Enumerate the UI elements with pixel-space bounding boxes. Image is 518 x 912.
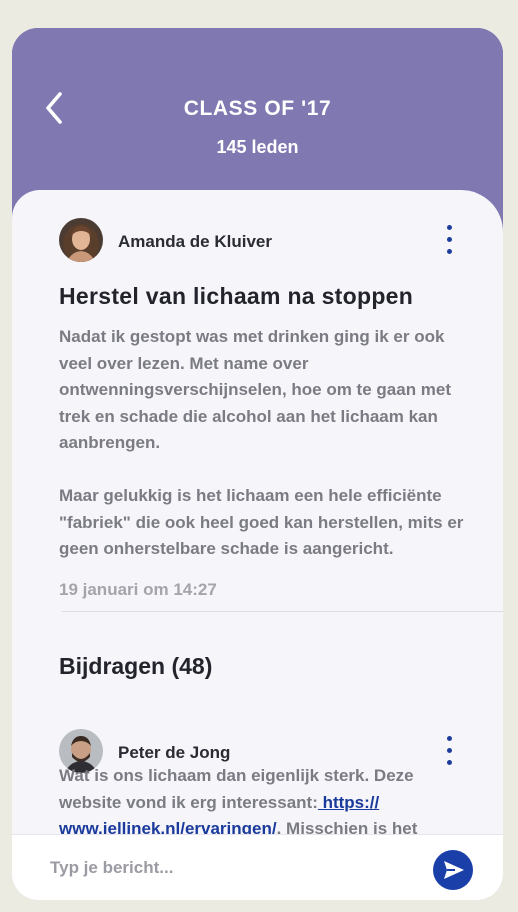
avatar[interactable] <box>59 218 103 262</box>
post-paragraph: Maar gelukkig is het lichaam een hele ef… <box>59 486 464 558</box>
vertical-dots-icon <box>447 225 452 230</box>
contributions-heading: Bijdragen (48) <box>59 653 213 679</box>
post-more-button[interactable] <box>437 223 461 257</box>
message-input[interactable] <box>50 853 410 883</box>
post-paragraph: Nadat ik gestopt was met drinken ging ik… <box>59 327 452 452</box>
message-composer <box>12 834 503 900</box>
post-content: Amanda de Kluiver Herstel van lichaam na… <box>12 190 503 900</box>
divider <box>62 611 503 612</box>
member-count: 145 leden <box>216 137 299 157</box>
post-body: Nadat ik gestopt was met drinken ging ik… <box>59 324 471 563</box>
send-arrow-icon <box>444 861 464 879</box>
post-author: Amanda de Kluiver <box>118 232 272 251</box>
author-photo <box>59 218 103 262</box>
post-timestamp: 19 januari om 14:27 <box>59 580 217 599</box>
send-button[interactable] <box>433 850 473 890</box>
post-title: Herstel van lichaam na stoppen <box>59 283 414 309</box>
chat-screen: CLASS OF '17 145 leden Amanda de Kluiver… <box>12 28 503 900</box>
group-title: CLASS OF '17 <box>183 97 332 120</box>
vertical-dots-icon <box>447 736 452 741</box>
reply-body: Wat is ons lichaam dan eigenlijk sterk. … <box>59 763 471 843</box>
reply-author: Peter de Jong <box>118 743 231 762</box>
